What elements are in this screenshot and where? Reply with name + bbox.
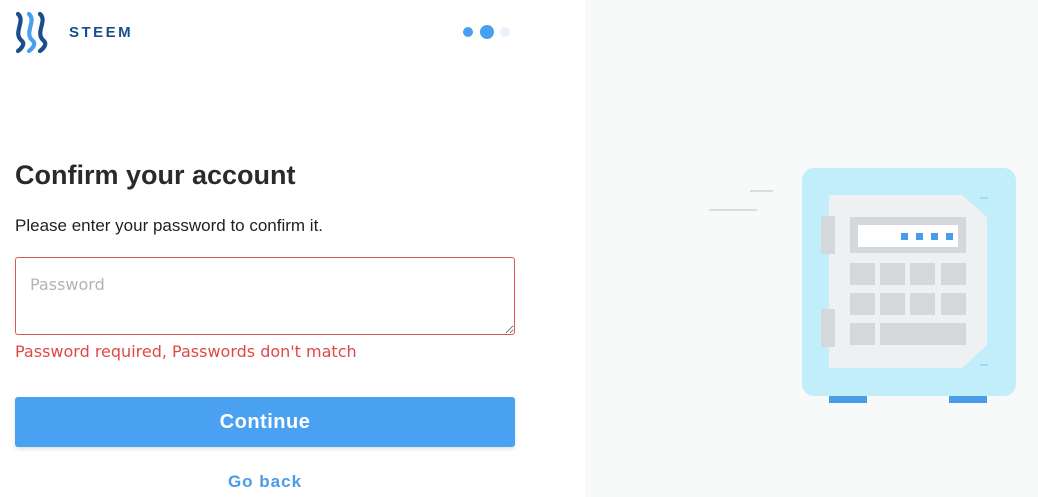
- page-subtitle: Please enter your password to confirm it…: [15, 216, 324, 235]
- step-dot-3: [500, 27, 510, 37]
- continue-button[interactable]: Continue: [15, 397, 515, 447]
- password-error-message: Password required, Passwords don't match: [15, 342, 357, 361]
- login-panel: STEEM Confirm your account Please enter …: [0, 0, 585, 497]
- steem-logo-icon: [15, 11, 48, 53]
- brand-name: STEEM: [69, 23, 134, 41]
- password-field[interactable]: [15, 257, 515, 335]
- step-dot-2-current: [480, 25, 494, 39]
- safe-icon: [709, 168, 1016, 403]
- step-dot-1: [463, 27, 473, 37]
- step-indicator: [463, 25, 510, 39]
- go-back-link[interactable]: Go back: [15, 472, 515, 492]
- steem-logo[interactable]: STEEM: [14, 11, 133, 53]
- page-title: Confirm your account: [15, 160, 296, 190]
- illustration-panel: [585, 0, 1038, 497]
